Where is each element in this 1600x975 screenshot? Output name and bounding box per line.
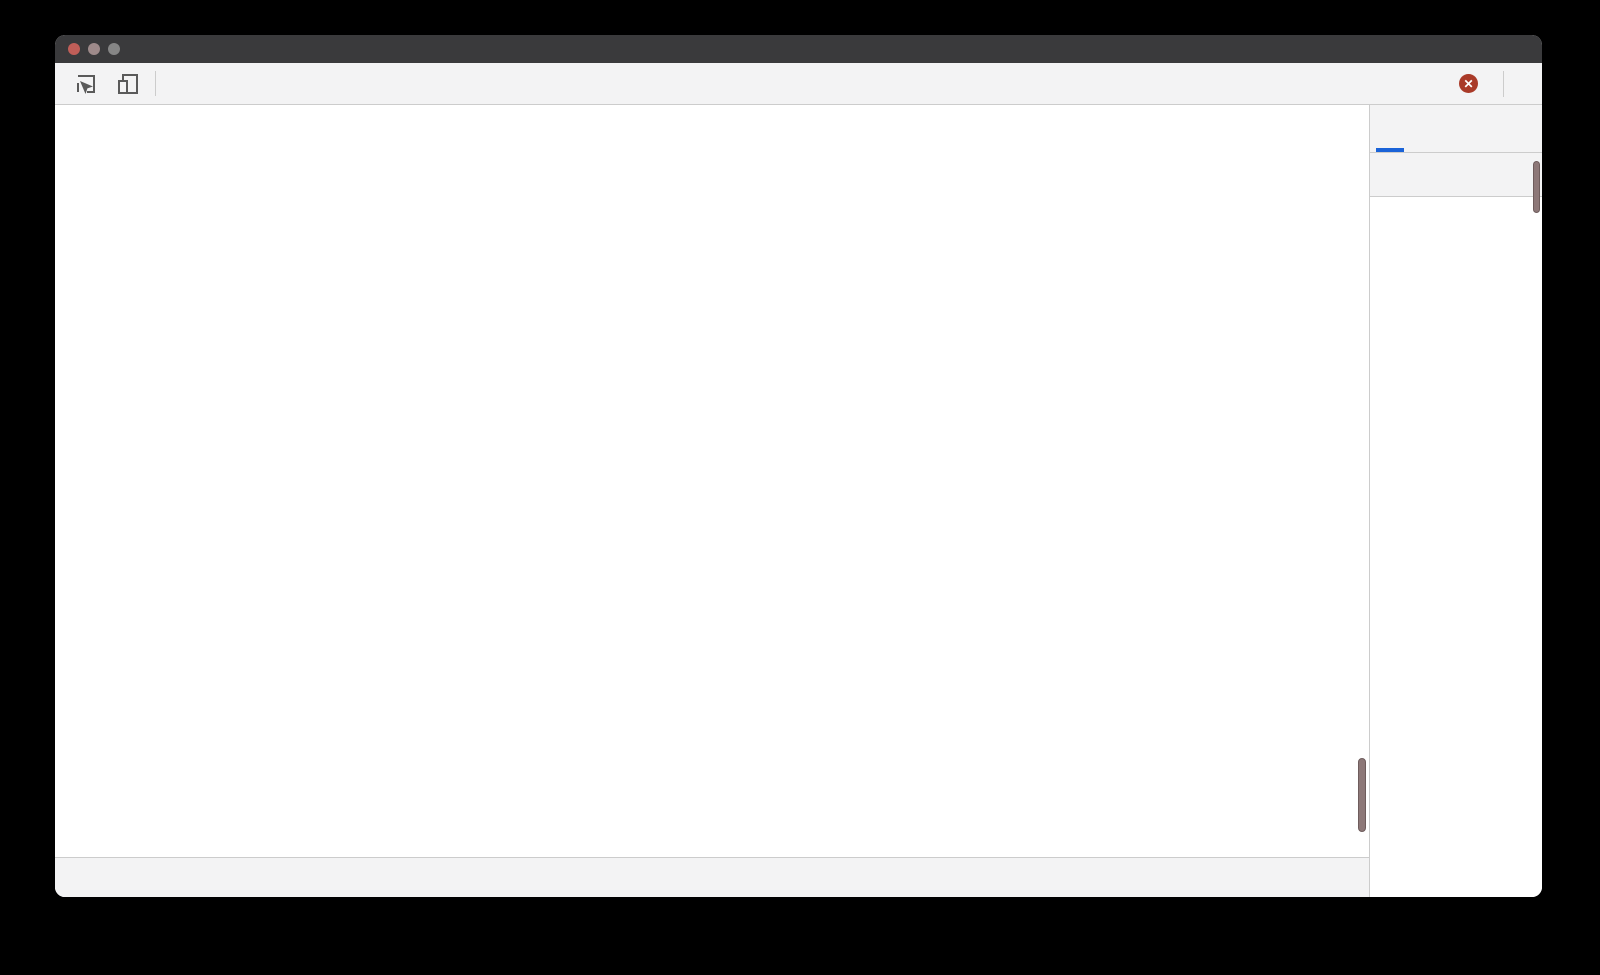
inspect-element-icon[interactable] xyxy=(69,68,103,100)
devtools-toolbar: ✕ xyxy=(55,63,1542,105)
device-toolbar-icon[interactable] xyxy=(111,68,145,100)
error-icon: ✕ xyxy=(1459,74,1478,93)
styles-scrollbar[interactable] xyxy=(1533,161,1540,213)
close-window-button[interactable] xyxy=(68,43,80,55)
elements-scrollbar[interactable] xyxy=(1358,758,1366,832)
styles-sidebar xyxy=(1369,105,1542,897)
maximize-window-button[interactable] xyxy=(108,43,120,55)
titlebar xyxy=(55,35,1542,63)
toolbar-divider xyxy=(1503,71,1504,97)
traffic-lights xyxy=(68,43,120,55)
dom-tree xyxy=(55,105,1369,857)
console-errors-indicator[interactable]: ✕ xyxy=(1445,74,1499,93)
elements-panel xyxy=(55,105,1369,897)
devtools-window: ✕ xyxy=(55,35,1542,897)
more-tabs-icon[interactable] xyxy=(166,63,186,104)
toolbar-divider xyxy=(155,71,156,96)
styles-rules-list xyxy=(1370,197,1542,897)
tab-styles[interactable] xyxy=(1376,105,1404,152)
minimize-window-button[interactable] xyxy=(88,43,100,55)
breadcrumb xyxy=(55,857,1369,897)
